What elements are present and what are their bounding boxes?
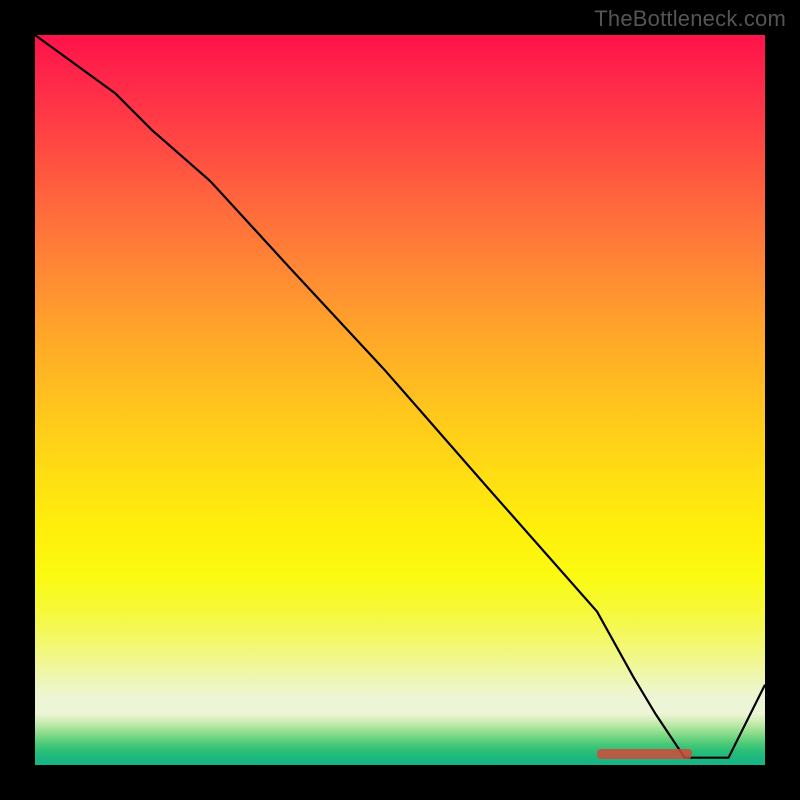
plot-area <box>35 35 765 765</box>
watermark-text: TheBottleneck.com <box>594 6 786 32</box>
plateau-marker <box>597 749 692 759</box>
bottleneck-curve <box>35 35 765 758</box>
chart-frame: TheBottleneck.com <box>0 0 800 800</box>
line-layer <box>35 35 765 765</box>
